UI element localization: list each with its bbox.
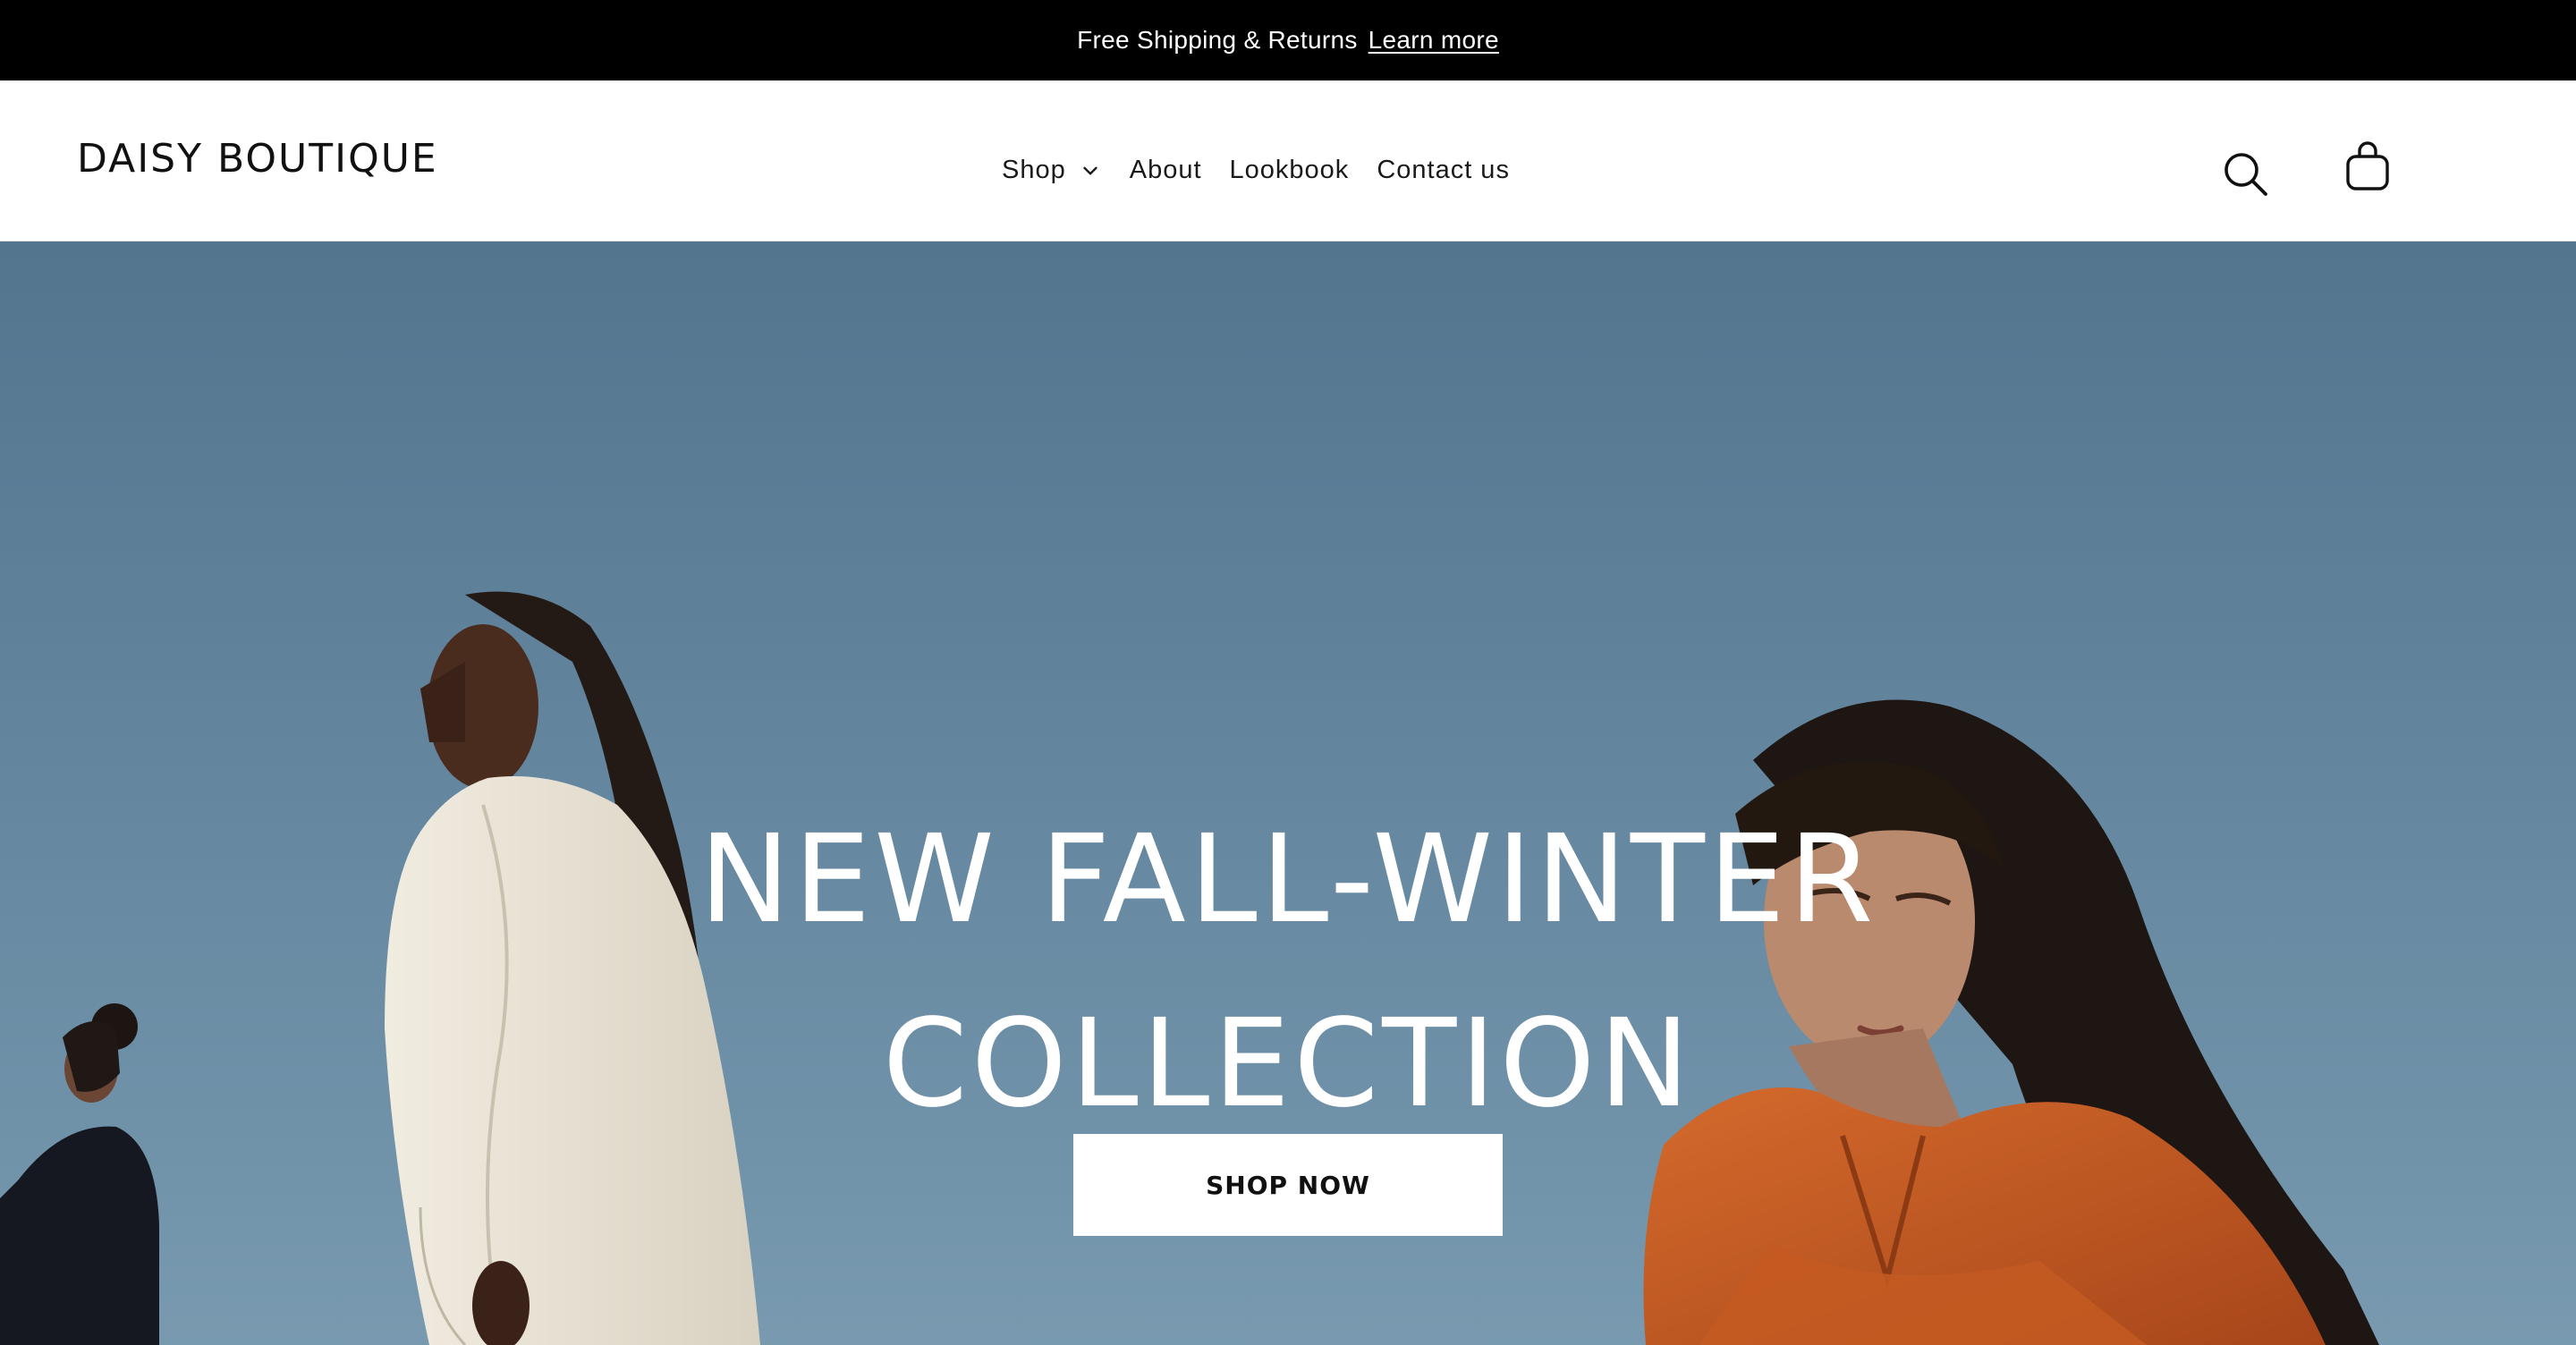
main-nav: Shop About Lookbook Contact us: [1002, 156, 1538, 185]
hero-title: NEW FALL-WINTER COLLECTION: [0, 788, 2576, 1156]
logo[interactable]: DAISY BOUTIQUE: [77, 136, 438, 182]
hero-title-line-1: NEW FALL-WINTER: [699, 809, 1877, 952]
announcement-bar: Free Shipping & Returns Learn more: [0, 0, 2576, 80]
nav-item-label: Contact us: [1377, 156, 1510, 184]
search-button[interactable]: [2215, 143, 2277, 206]
site-header: DAISY BOUTIQUE Shop About Lookbook Conta…: [0, 80, 2576, 241]
hero-banner: NEW FALL-WINTER COLLECTION SHOP NOW: [0, 241, 2576, 1345]
chevron-down-icon: [1083, 166, 1097, 174]
nav-item-about[interactable]: About: [1130, 156, 1202, 185]
nav-item-label: Lookbook: [1229, 156, 1350, 184]
nav-item-contact[interactable]: Contact us: [1377, 156, 1510, 185]
shop-now-button[interactable]: SHOP NOW: [1073, 1134, 1503, 1236]
nav-item-label: About: [1129, 156, 1202, 184]
cart-button[interactable]: [2336, 136, 2399, 199]
learn-more-link[interactable]: Learn more: [1368, 26, 1499, 55]
nav-item-lookbook[interactable]: Lookbook: [1230, 156, 1350, 185]
nav-item-shop[interactable]: Shop: [1002, 156, 1102, 185]
announcement-message: Free Shipping & Returns: [1077, 26, 1358, 54]
nav-item-label: Shop: [1002, 156, 1066, 184]
hero-title-line-2: COLLECTION: [882, 994, 1694, 1136]
shopping-bag-icon: [2346, 141, 2389, 190]
search-icon: [2224, 153, 2267, 196]
